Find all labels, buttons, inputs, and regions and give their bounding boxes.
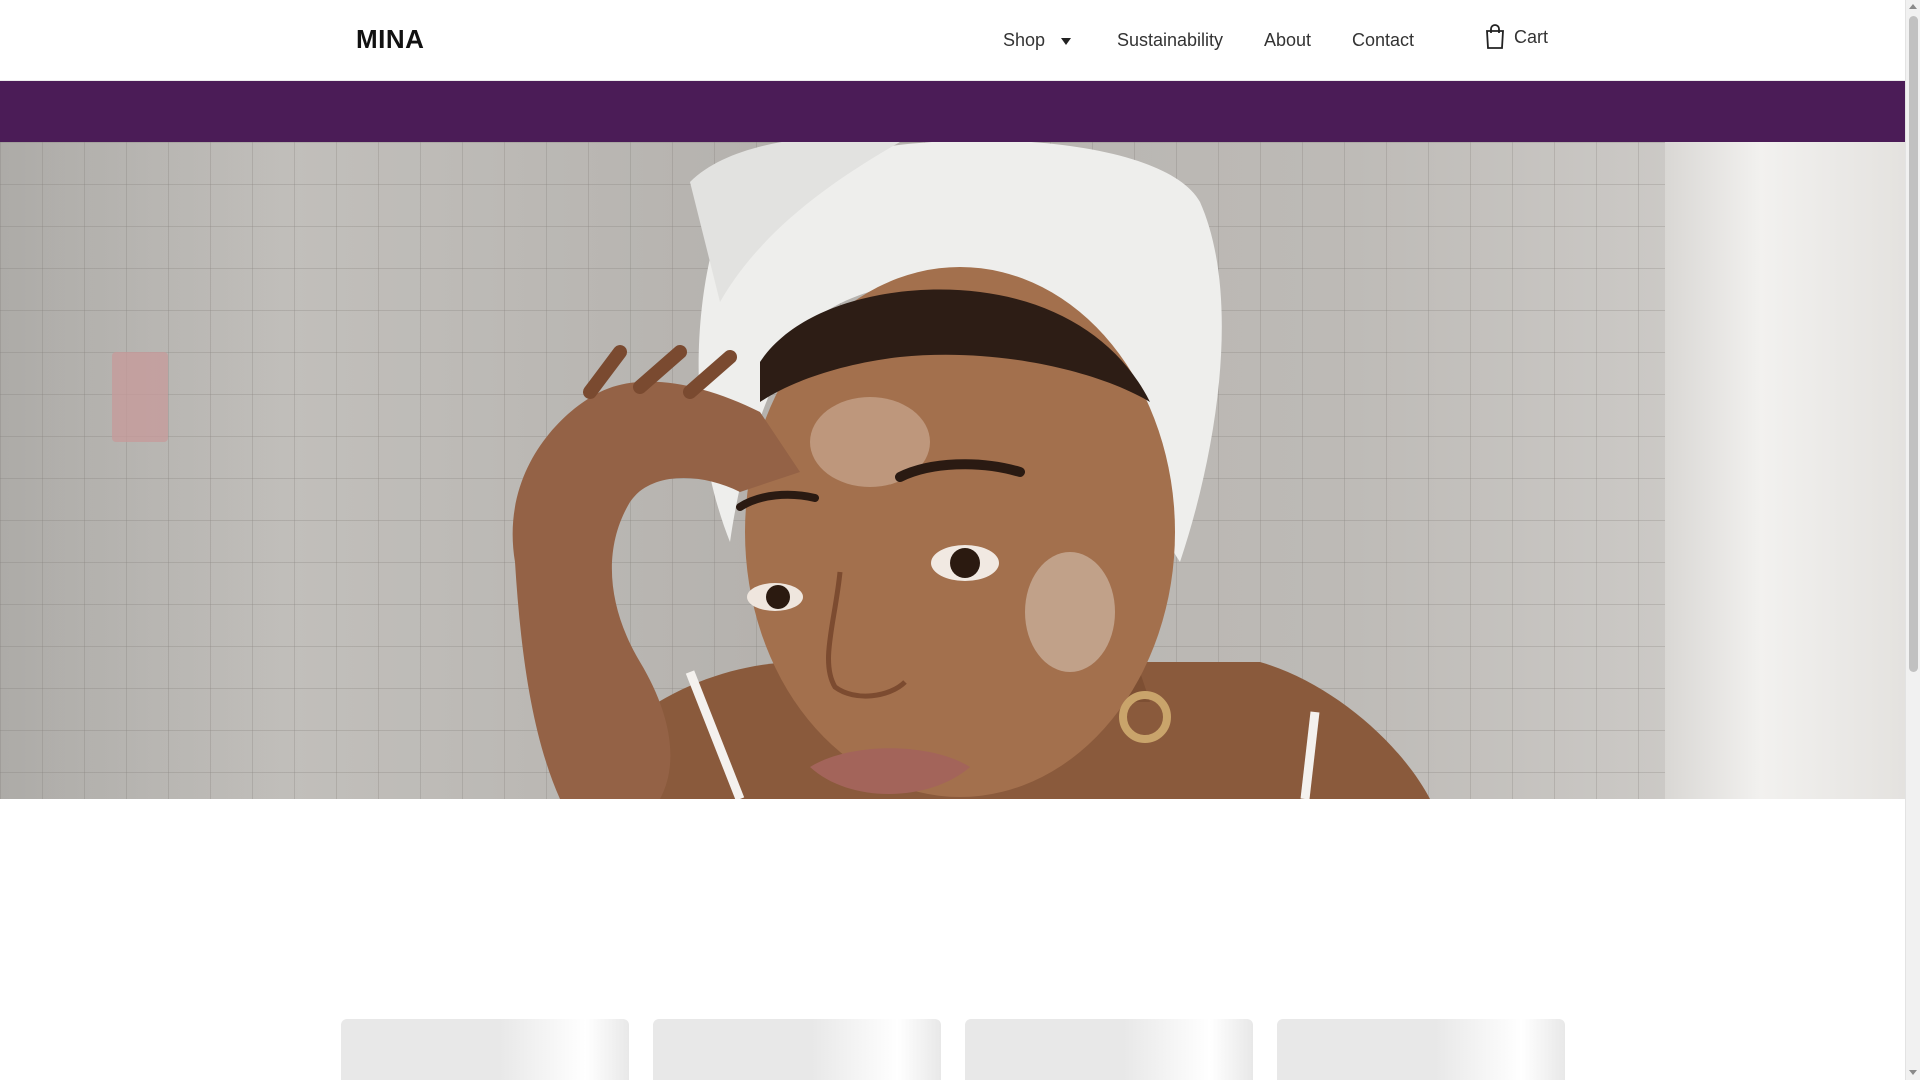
nav-about[interactable]: About: [1264, 30, 1311, 51]
product-card-placeholder[interactable]: [1277, 1019, 1565, 1080]
product-card-placeholder[interactable]: [965, 1019, 1253, 1080]
product-card-placeholder[interactable]: [653, 1019, 941, 1080]
promo-bar: [0, 81, 1905, 142]
site-header: MINA Shop Sustainability About Contact C…: [0, 0, 1905, 81]
nav-shop[interactable]: Shop: [1003, 30, 1072, 51]
hero-image: [0, 142, 1905, 799]
brand-logo[interactable]: MINA: [356, 24, 424, 55]
nav-shop-label: Shop: [1003, 30, 1046, 50]
chevron-down-icon: [1061, 37, 1072, 45]
product-card-placeholder[interactable]: [341, 1019, 629, 1080]
cart-label: Cart: [1514, 26, 1549, 47]
woman-portrait-illustration: [512, 142, 1430, 799]
nav-contact[interactable]: Contact: [1352, 30, 1414, 51]
nav-sustainability[interactable]: Sustainability: [1117, 30, 1223, 51]
scroll-up-icon[interactable]: [1909, 4, 1917, 9]
cart-button[interactable]: Cart: [1484, 24, 1548, 50]
scroll-down-icon[interactable]: [1909, 1070, 1917, 1075]
vertical-scrollbar[interactable]: [1905, 0, 1920, 1080]
page: MINA Shop Sustainability About Contact C…: [0, 0, 1905, 1080]
scroll-thumb[interactable]: [1909, 16, 1918, 672]
shopping-bag-icon: [1486, 24, 1504, 49]
